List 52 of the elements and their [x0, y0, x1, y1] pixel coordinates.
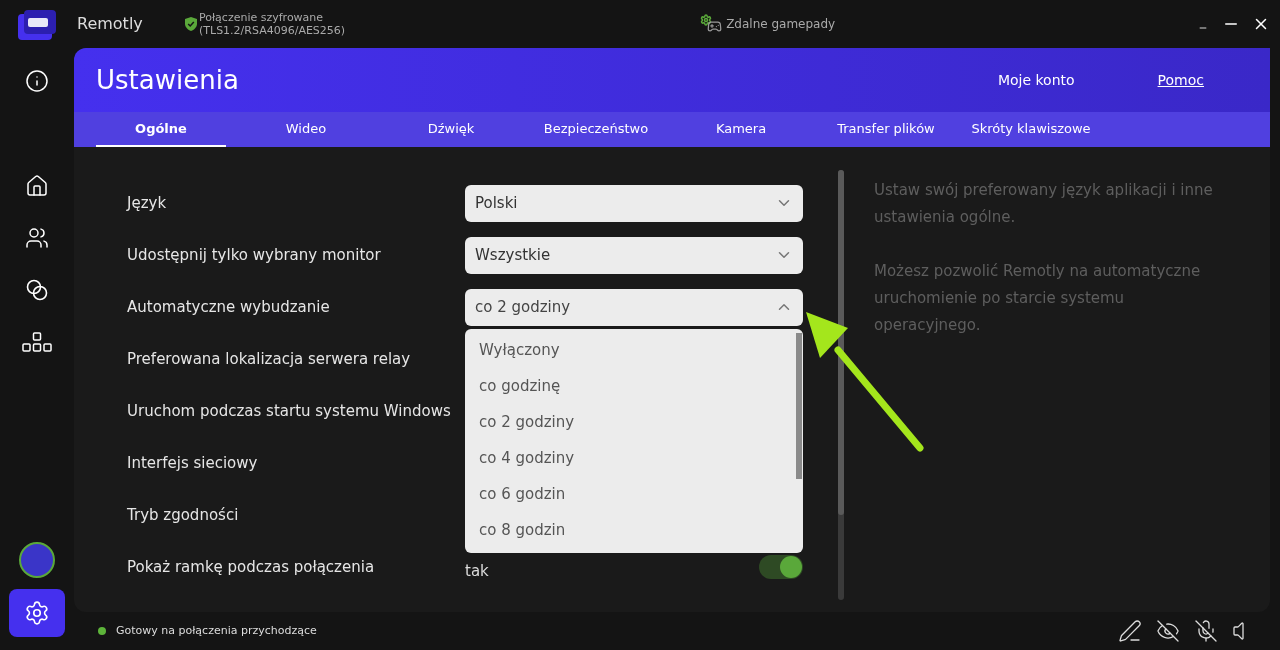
setting-label: Pokaż ramkę podczas połączenia [127, 556, 376, 578]
blocks-icon [22, 332, 52, 352]
status-text: Gotowy na połączenia przychodzące [116, 622, 317, 639]
description-text: Możesz pozwolić Remotly na automatyczne uruchomienie po starcie systemu operacyjnego. [874, 261, 1202, 336]
dropdown-option[interactable]: co godzinę [465, 368, 796, 405]
shield-check-icon [185, 17, 197, 31]
setting-label: Tryb zgodności [127, 504, 240, 526]
description-text: Ustaw swój preferowany język aplikacji i inne ustawienia ogólne. [874, 180, 1214, 228]
select-field[interactable]: co 2 godziny [465, 288, 803, 326]
tab[interactable]: Wideo [241, 112, 371, 147]
app-logo [18, 10, 56, 40]
app-name: Remotly [77, 13, 144, 35]
dropdown-option[interactable]: co 6 godzin [465, 476, 796, 513]
dropdown-option[interactable]: co 8 godzin [465, 512, 796, 549]
tab[interactable]: Transfer plików [821, 112, 951, 147]
tab[interactable]: Kamera [676, 112, 806, 147]
avatar[interactable] [19, 542, 55, 578]
setting-label: Preferowana lokalizacja serwera relay [127, 348, 412, 370]
toggle-switch[interactable] [759, 555, 803, 579]
setting-label: Automatyczne wybudzanie [127, 296, 331, 318]
mic-off-icon[interactable] [1194, 619, 1218, 643]
gamepads-label: Zdalne gamepady [726, 16, 836, 33]
page-title: Ustawienia [96, 63, 239, 97]
dropdown-option[interactable]: Wyłączony [465, 332, 796, 369]
sidebar-item[interactable] [9, 589, 65, 637]
dropdown-option[interactable]: co 4 godziny [465, 440, 796, 477]
info-icon [25, 69, 49, 93]
scrollbar[interactable] [796, 332, 802, 479]
select-field[interactable]: Polski [465, 184, 803, 222]
settings-icon [24, 600, 50, 626]
account-link[interactable]: Moje konto [997, 69, 1075, 91]
gamepad-gear-icon [700, 14, 723, 34]
setting-label: Udostępnij tylko wybrany monitor [127, 244, 382, 266]
toggle-value: tak [465, 563, 489, 579]
select-field[interactable]: Wszystkie [465, 236, 803, 274]
setting-label: Język [127, 192, 168, 214]
dropdown-option[interactable]: co 2 godziny [465, 404, 796, 441]
home-icon [25, 174, 49, 198]
tab[interactable]: Ogólne [96, 112, 226, 147]
tab[interactable]: Dźwięk [386, 112, 516, 147]
users-icon [25, 226, 49, 250]
linked-circles-icon [25, 278, 49, 302]
tab[interactable]: Skróty klawiszowe [966, 112, 1096, 147]
scrollbar[interactable] [838, 170, 844, 515]
tab[interactable]: Bezpieczeństwo [531, 112, 661, 147]
setting-label: Uruchom podczas startu systemu Windows [127, 400, 452, 422]
help-link[interactable]: Pomoc [1157, 69, 1204, 91]
connection-status: Połączenie szyfrowane [199, 11, 325, 24]
pen-icon[interactable] [1118, 619, 1142, 643]
setting-label: Interfejs sieciowy [127, 452, 259, 474]
eye-off-icon[interactable] [1156, 619, 1180, 643]
connection-details: (TLS1.2/RSA4096/AES256) [199, 24, 346, 37]
